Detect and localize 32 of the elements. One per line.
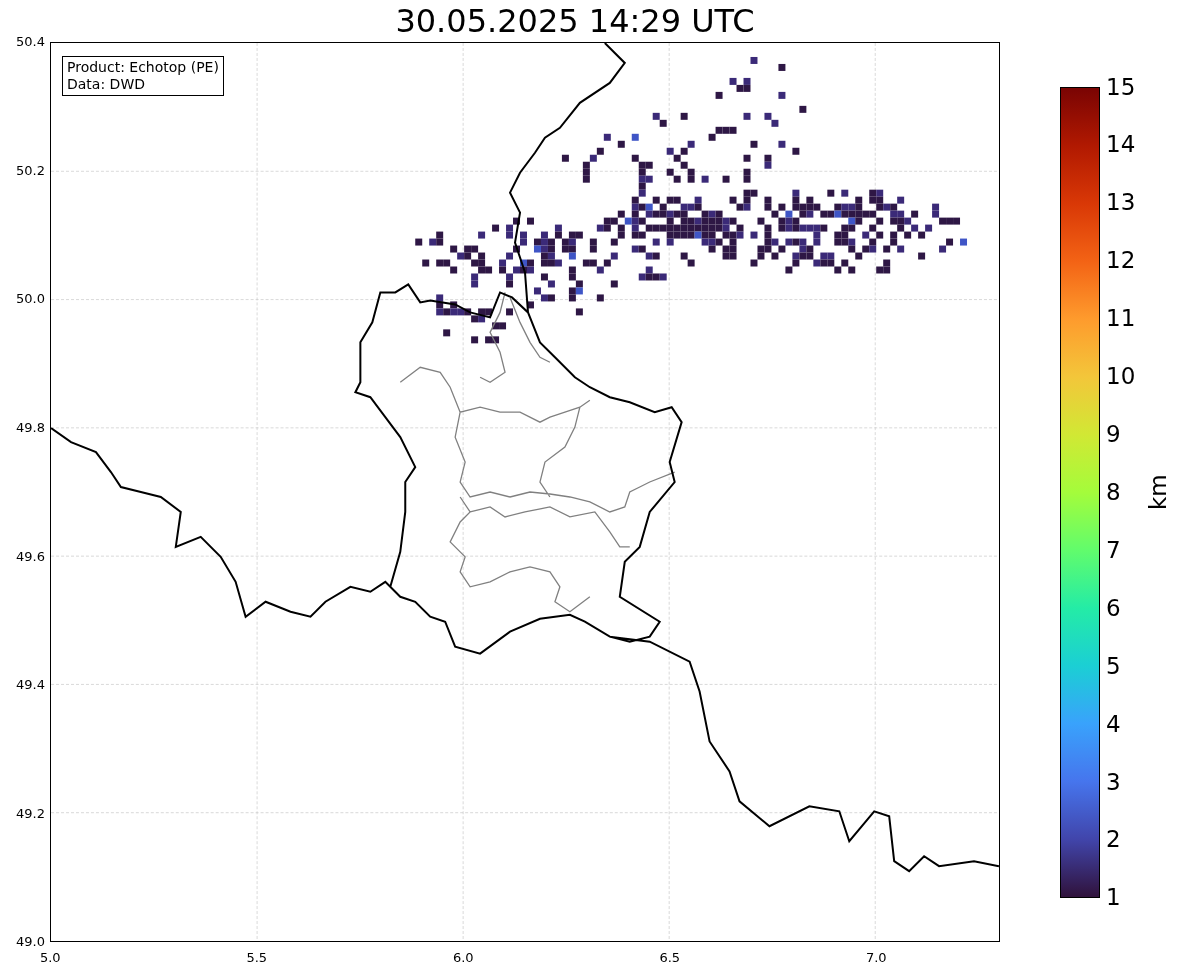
colorbar-tick-label: 15 bbox=[1106, 75, 1136, 99]
colorbar-label: km bbox=[1143, 474, 1172, 511]
info-text: Data: DWD bbox=[67, 76, 146, 93]
colorbar-tick-label: 5 bbox=[1106, 654, 1121, 678]
colorbar-tick-label: 1 bbox=[1106, 886, 1121, 910]
y-tick-label: 50.4 bbox=[16, 33, 45, 52]
colorbar-tick-label: 7 bbox=[1106, 538, 1121, 562]
y-tick-label: 50.0 bbox=[16, 290, 45, 309]
info-text: Product: Echotop (PE) bbox=[67, 59, 219, 76]
x-tick-label: 6.0 bbox=[452, 949, 474, 967]
x-tick-label: 7.0 bbox=[865, 949, 887, 967]
colorbar-tick-label: 11 bbox=[1106, 307, 1136, 331]
y-tick-label: 49.4 bbox=[16, 676, 45, 695]
colorbar-tick-label: 2 bbox=[1106, 828, 1121, 852]
colorbar-tick-label: 4 bbox=[1106, 712, 1121, 736]
x-tick-label: 6.5 bbox=[659, 949, 681, 967]
colorbar-tick-label: 3 bbox=[1106, 770, 1121, 794]
x-tick-label: 5.5 bbox=[246, 949, 268, 967]
y-tick-label: 49.2 bbox=[16, 804, 45, 823]
colorbar-tick-label: 13 bbox=[1106, 191, 1136, 215]
colorbar-tick-label: 14 bbox=[1106, 133, 1136, 157]
y-tick-label: 49.8 bbox=[16, 418, 45, 437]
chart-title: 30.05.2025 14:29 UTC bbox=[395, 5, 755, 37]
colorbar-tick-label: 8 bbox=[1106, 480, 1121, 504]
y-tick-label: 49.6 bbox=[16, 547, 45, 566]
x-tick-label: 5.0 bbox=[39, 949, 61, 967]
colorbar-tick-label: 9 bbox=[1106, 423, 1121, 447]
colorbar-tick-label: 6 bbox=[1106, 596, 1121, 620]
colorbar-tick-label: 12 bbox=[1106, 249, 1136, 273]
colorbar-tick-label: 10 bbox=[1106, 365, 1136, 389]
y-tick-label: 49.0 bbox=[16, 933, 45, 952]
y-tick-label: 50.2 bbox=[16, 161, 45, 180]
